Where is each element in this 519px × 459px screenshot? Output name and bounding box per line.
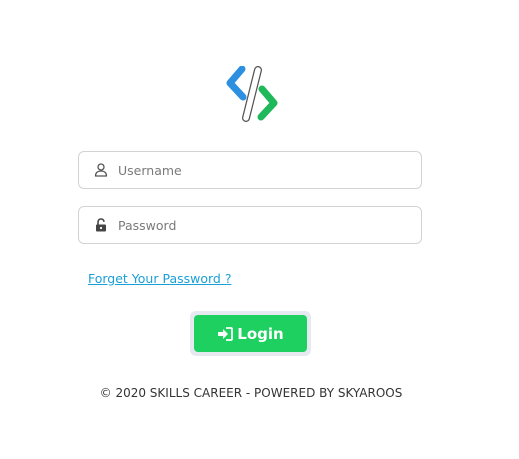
login-page: Forget Your Password ? Login © 2020 SKIL… bbox=[0, 0, 519, 459]
username-input[interactable] bbox=[118, 162, 408, 178]
brand-logo bbox=[226, 66, 278, 122]
login-button[interactable]: Login bbox=[194, 315, 307, 352]
unlock-icon bbox=[94, 218, 108, 232]
password-field[interactable] bbox=[78, 206, 422, 244]
username-field[interactable] bbox=[78, 151, 422, 189]
sign-in-icon bbox=[217, 326, 234, 341]
login-button-focus-ring: Login bbox=[190, 311, 311, 356]
forgot-password-link[interactable]: Forget Your Password ? bbox=[88, 271, 231, 286]
login-label: Login bbox=[237, 324, 284, 343]
password-input[interactable] bbox=[118, 217, 408, 233]
user-icon bbox=[94, 163, 108, 177]
footer-copyright: © 2020 SKILLS CAREER - POWERED BY SKYARO… bbox=[99, 386, 403, 400]
